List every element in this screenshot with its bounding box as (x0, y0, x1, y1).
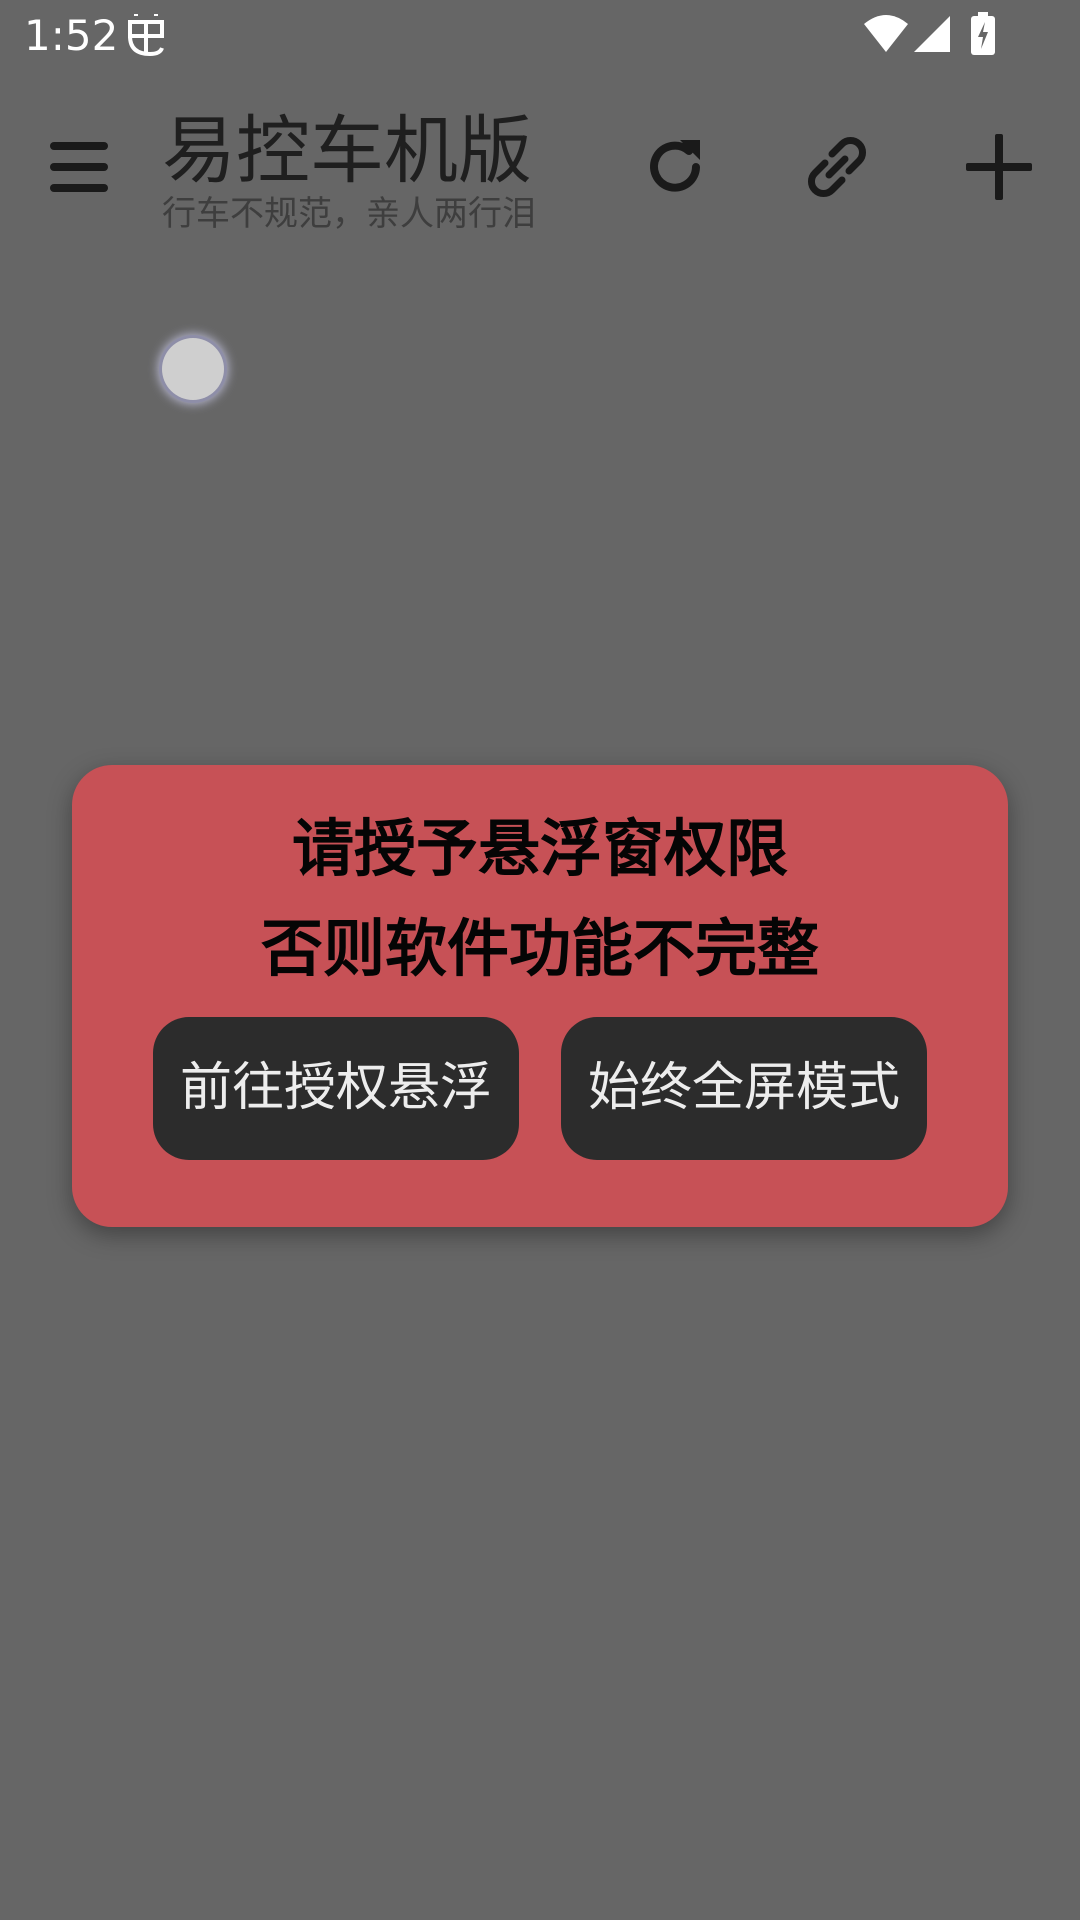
permission-dialog: 请授予悬浮窗权限 否则软件功能不完整 前往授权悬浮 始终全屏模式 (72, 765, 1008, 1227)
cell-signal-icon (914, 16, 950, 52)
dialog-title: 请授予悬浮窗权限 否则软件功能不完整 (72, 799, 1008, 999)
status-time: 1:52 (24, 11, 119, 60)
plus-icon[interactable] (962, 130, 1036, 204)
bug-icon (128, 14, 164, 57)
screen: 1:52 易控车机版 行车不规范，亲人两行泪 请授予悬浮窗权限 否则软件功能不完… (0, 0, 1080, 1920)
app-toolbar: 易控车机版 行车不规范，亲人两行泪 (0, 90, 1080, 250)
hamburger-menu-icon[interactable] (46, 134, 112, 200)
app-title: 易控车机版 (162, 108, 532, 194)
refresh-icon[interactable] (640, 132, 710, 202)
floating-ball[interactable] (162, 338, 224, 400)
status-bar: 1:52 (0, 0, 1080, 72)
dialog-title-line2: 否则软件功能不完整 (260, 912, 819, 985)
link-icon[interactable] (802, 132, 872, 202)
battery-charging-icon (971, 12, 995, 55)
grant-overlay-permission-button[interactable]: 前往授权悬浮 (153, 1017, 519, 1160)
dialog-title-line1: 请授予悬浮窗权限 (291, 812, 788, 885)
app-subtitle: 行车不规范，亲人两行泪 (162, 194, 536, 234)
always-fullscreen-button[interactable]: 始终全屏模式 (561, 1017, 927, 1160)
wifi-icon (864, 15, 908, 52)
